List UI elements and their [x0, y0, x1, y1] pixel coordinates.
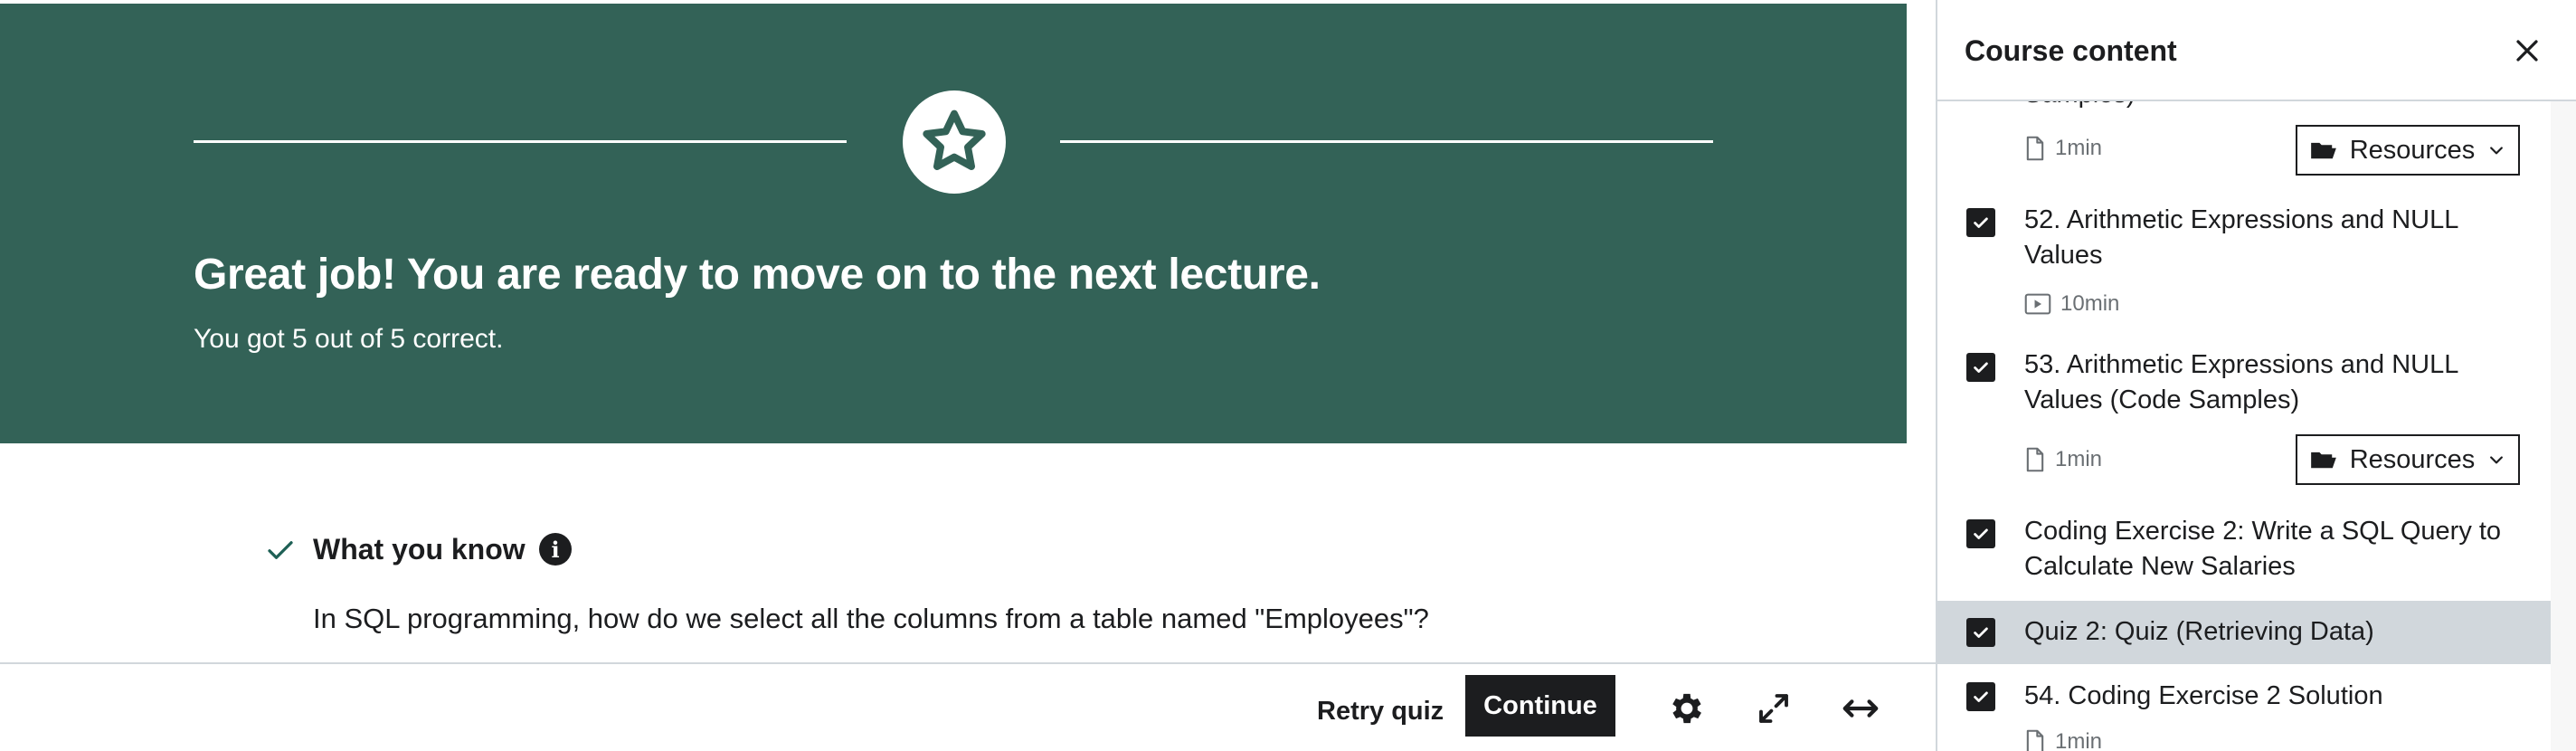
lecture-duration: 1min	[2055, 447, 2103, 471]
banner-divider-left	[194, 140, 847, 143]
checkmark-icon	[1974, 528, 1988, 539]
lecture-meta: 1min	[2024, 447, 2102, 472]
quiz-result-banner: Great job! You are ready to move on to t…	[0, 4, 1907, 443]
fullscreen-icon	[1759, 694, 1788, 723]
file-icon	[2026, 729, 2044, 751]
close-sidebar-button[interactable]	[2507, 31, 2547, 71]
fullscreen-button[interactable]	[1751, 686, 1796, 731]
checkmark-icon	[1974, 627, 1988, 638]
banner-divider-right	[1060, 140, 1713, 143]
gear-icon	[1672, 693, 1701, 724]
lecture-title: Coding Exercise 2: Write a SQL Query to …	[2024, 517, 2502, 581]
info-icon[interactable]: i	[539, 533, 572, 566]
lecture-duration: 10min	[2060, 291, 2120, 316]
completion-checkbox[interactable]	[1966, 682, 1995, 711]
settings-button[interactable]	[1664, 686, 1709, 731]
quiz-result-panel: Great job! You are ready to move on to t…	[0, 0, 1907, 751]
chevron-down-icon	[2490, 147, 2504, 155]
question-text: In SQL programming, how do we select all…	[313, 603, 1429, 634]
resources-label: Resources	[2349, 444, 2476, 474]
lecture-duration: 1min	[2055, 136, 2103, 160]
lecture-meta: 1min	[2024, 729, 2102, 751]
curriculum-list: Samples) 1min Resources 52. Arithmetic E…	[1937, 101, 2551, 751]
close-icon	[2516, 40, 2538, 62]
checkmark-icon	[1974, 217, 1988, 228]
video-icon	[2024, 293, 2051, 315]
retry-quiz-button[interactable]: Retry quiz	[1302, 686, 1458, 737]
result-heading: Great job! You are ready to move on to t…	[194, 251, 1321, 299]
sidebar-scrollbar[interactable]	[2551, 101, 2576, 751]
check-icon	[268, 541, 293, 559]
lecture-title: 53. Arithmetic Expressions and NULL Valu…	[2024, 350, 2458, 414]
quiz-footer-bar: Retry quiz Continue	[0, 662, 1936, 751]
result-score: You got 5 out of 5 correct.	[194, 324, 504, 354]
sidebar-title: Course content	[1965, 34, 2177, 67]
folder-open-icon	[2310, 452, 2336, 469]
chevron-down-icon	[2490, 456, 2504, 464]
folder-open-icon	[2310, 142, 2336, 159]
resources-button[interactable]: Resources	[2296, 434, 2520, 485]
continue-button[interactable]: Continue	[1465, 675, 1615, 737]
file-icon	[2026, 447, 2044, 472]
star-icon	[923, 109, 986, 170]
completion-checkbox[interactable]	[1966, 208, 1995, 237]
checkmark-icon	[1974, 362, 1988, 373]
expand-width-button[interactable]	[1838, 686, 1883, 731]
resources-label: Resources	[2349, 135, 2476, 165]
lecture-title: Quiz 2: Quiz (Retrieving Data)	[2024, 617, 2374, 646]
file-icon	[2026, 136, 2044, 161]
course-content-sidebar: Course content Samples) 1min Resources	[1936, 0, 2576, 751]
expand-icon	[1842, 699, 1879, 718]
lecture-title: 54. Coding Exercise 2 Solution	[2024, 681, 2383, 710]
sidebar-header: Course content	[1937, 0, 2576, 101]
lecture-title-fragment: Samples)	[2024, 101, 2136, 109]
lecture-duration: 1min	[2055, 729, 2103, 751]
completion-checkbox[interactable]	[1966, 618, 1995, 647]
completion-checkbox[interactable]	[1966, 353, 1995, 382]
what-you-know-heading: What you know	[313, 533, 526, 566]
lecture-title: 52. Arithmetic Expressions and NULL Valu…	[2024, 205, 2458, 270]
completion-checkbox[interactable]	[1966, 519, 1995, 548]
star-badge	[903, 90, 1006, 194]
lecture-meta: 1min	[2024, 136, 2102, 161]
lecture-meta: 10min	[2024, 291, 2119, 317]
resources-button[interactable]: Resources	[2296, 125, 2520, 176]
checkmark-icon	[1974, 691, 1988, 702]
